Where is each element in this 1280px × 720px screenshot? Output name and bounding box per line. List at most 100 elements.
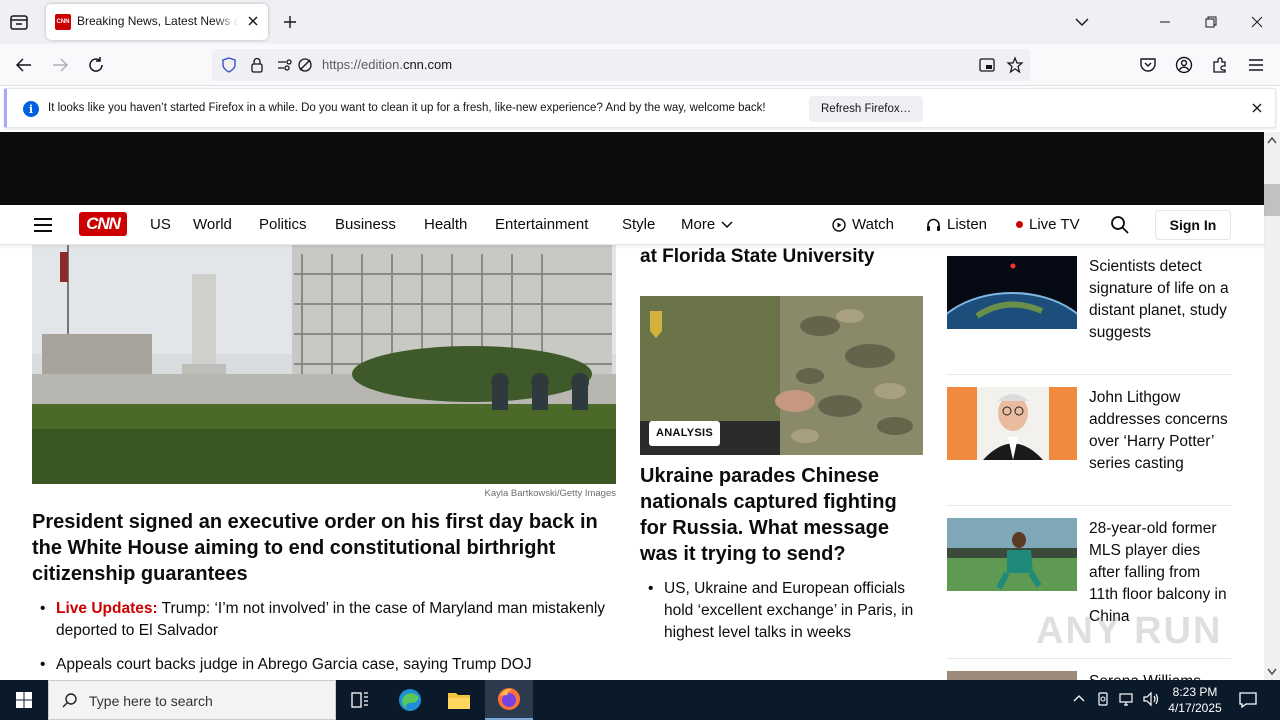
nav-link-us[interactable]: US — [150, 216, 171, 233]
clock-time: 8:23 PM — [1172, 685, 1218, 699]
task-view-icon — [351, 692, 368, 708]
lock-icon[interactable] — [248, 56, 266, 74]
ad-banner — [0, 132, 1264, 205]
nav-link-world[interactable]: World — [193, 216, 232, 233]
supreme-court-photo — [32, 234, 616, 484]
refresh-firefox-notification: i It looks like you haven’t started Fire… — [4, 88, 1276, 128]
folder-icon — [448, 693, 470, 709]
notification-center-icon[interactable] — [1238, 690, 1258, 710]
soccer-player-thumbnail — [947, 518, 1077, 591]
anyrun-watermark: ANY RUN — [1036, 610, 1223, 652]
sidebar-divider — [947, 658, 1231, 659]
task-view-button[interactable] — [336, 680, 384, 720]
account-icon[interactable] — [1173, 54, 1195, 76]
watch-link[interactable]: Watch — [832, 216, 894, 233]
analysis-badge: ANALYSIS — [649, 421, 721, 446]
minimize-window-icon[interactable] — [1153, 10, 1177, 34]
cnn-logo[interactable]: CNN — [79, 212, 127, 236]
nav-link-entertainment[interactable]: Entertainment — [495, 216, 588, 233]
windows-taskbar: Type here to search 8:23 PM 4/17/2025 — [0, 680, 1280, 720]
network-icon[interactable] — [1118, 690, 1136, 708]
ukraine-headline[interactable]: Ukraine parades Chinese nationals captur… — [640, 463, 923, 567]
refresh-firefox-button[interactable]: Refresh Firefox… — [809, 96, 924, 122]
pocket-icon[interactable] — [1137, 54, 1159, 76]
taskbar-search-placeholder: Type here to search — [89, 693, 213, 709]
sidebar-story-title: Scientists detect signature of life on a… — [1089, 258, 1229, 341]
tracking-protection-shield-icon[interactable] — [220, 56, 238, 74]
close-window-icon[interactable] — [1245, 10, 1269, 34]
tab-close-icon[interactable] — [244, 12, 262, 30]
headphones-icon — [927, 218, 940, 231]
sign-in-button[interactable]: Sign In — [1155, 210, 1231, 240]
reload-icon[interactable] — [85, 54, 107, 76]
live-tv-link[interactable]: Live TV — [1016, 216, 1080, 233]
lead-headline[interactable]: President signed an executive order on h… — [32, 509, 616, 587]
volume-icon[interactable] — [1142, 690, 1160, 708]
browser-tab-cnn[interactable]: CNN Breaking News, Latest News and Video… — [46, 4, 268, 40]
more-label: More — [681, 216, 716, 233]
cnn-favicon-icon: CNN — [55, 14, 71, 30]
scroll-up-arrow-icon[interactable] — [1267, 136, 1277, 144]
page-scrollbar[interactable] — [1264, 132, 1280, 680]
sidebar-divider — [947, 505, 1231, 506]
extensions-puzzle-icon[interactable] — [1209, 54, 1231, 76]
edge-browser-icon — [399, 689, 421, 711]
live-tv-label: Live TV — [1029, 216, 1080, 233]
nav-link-more[interactable]: More — [681, 216, 733, 233]
nav-link-business[interactable]: Business — [335, 216, 396, 233]
firefox-icon — [498, 688, 520, 710]
notification-close-icon[interactable] — [1249, 100, 1265, 116]
search-icon — [62, 693, 77, 708]
navigation-toolbar: https://edition.cnn.com — [0, 44, 1280, 86]
permissions-icon[interactable] — [276, 56, 294, 74]
live-updates-label: Live Updates: — [56, 600, 158, 617]
url-text[interactable]: https://edition.cnn.com — [322, 57, 452, 72]
cnn-menu-icon[interactable] — [33, 217, 53, 233]
hero-image[interactable] — [32, 234, 616, 484]
ukraine-bullet[interactable]: US, Ukraine and European officials hold … — [648, 578, 914, 644]
lead-bullet-1[interactable]: Live Updates: Trump: ‘I’m not involved’ … — [40, 598, 616, 642]
address-bar[interactable]: https://edition.cnn.com — [212, 49, 1030, 81]
firefox-taskbar-button[interactable] — [485, 680, 533, 720]
live-dot-icon — [1016, 221, 1023, 228]
story-headline-fragment[interactable]: at Florida State University — [640, 246, 874, 268]
device-icon[interactable] — [1094, 690, 1112, 708]
play-circle-icon — [832, 217, 846, 232]
lead-bullet-2[interactable]: Appeals court backs judge in Abrego Garc… — [40, 654, 616, 676]
file-explorer-taskbar-button[interactable] — [435, 680, 483, 720]
autoplay-blocked-icon[interactable] — [296, 56, 314, 74]
page-viewport: CNN US World Politics Business Health En… — [0, 132, 1280, 680]
chevron-down-icon — [721, 221, 733, 229]
nav-link-health[interactable]: Health — [424, 216, 467, 233]
windows-start-icon[interactable] — [0, 680, 48, 720]
serena-williams-thumbnail — [947, 671, 1077, 680]
search-icon[interactable] — [1110, 215, 1130, 235]
system-clock[interactable]: 8:23 PM 4/17/2025 — [1162, 684, 1228, 716]
info-icon: i — [23, 101, 39, 117]
tab-title: Breaking News, Latest News and Videos | … — [77, 14, 239, 28]
edge-taskbar-button[interactable] — [386, 680, 434, 720]
bookmark-star-icon[interactable] — [1006, 56, 1024, 74]
firefox-view-icon[interactable] — [8, 11, 30, 33]
sidebar-story-title: John Lithgow addresses concerns over ‘Ha… — [1089, 389, 1228, 472]
cnn-header-nav: CNN US World Politics Business Health En… — [0, 205, 1264, 245]
picture-in-picture-icon[interactable] — [978, 56, 996, 74]
new-tab-plus-icon[interactable] — [280, 12, 300, 32]
nav-link-style[interactable]: Style — [622, 216, 655, 233]
listen-label: Listen — [947, 216, 988, 233]
hamburger-menu-icon[interactable] — [1245, 54, 1267, 76]
scroll-down-arrow-icon[interactable] — [1267, 668, 1277, 676]
nav-link-politics[interactable]: Politics — [259, 216, 307, 233]
list-all-tabs-chevron-icon[interactable] — [1072, 12, 1092, 32]
taskbar-search-box[interactable]: Type here to search — [48, 680, 336, 720]
tab-bar: CNN Breaking News, Latest News and Video… — [0, 0, 1280, 44]
back-arrow-icon[interactable] — [13, 54, 35, 76]
forward-arrow-icon[interactable] — [49, 54, 71, 76]
watch-label: Watch — [852, 216, 894, 233]
restore-window-icon[interactable] — [1199, 10, 1223, 34]
listen-link[interactable]: Listen — [926, 216, 987, 233]
scrollbar-thumb[interactable] — [1264, 184, 1280, 216]
sidebar-story-title: Serena Williams — [1089, 671, 1229, 680]
clock-date: 4/17/2025 — [1168, 701, 1222, 715]
show-hidden-icons-chevron-icon[interactable] — [1070, 690, 1088, 708]
